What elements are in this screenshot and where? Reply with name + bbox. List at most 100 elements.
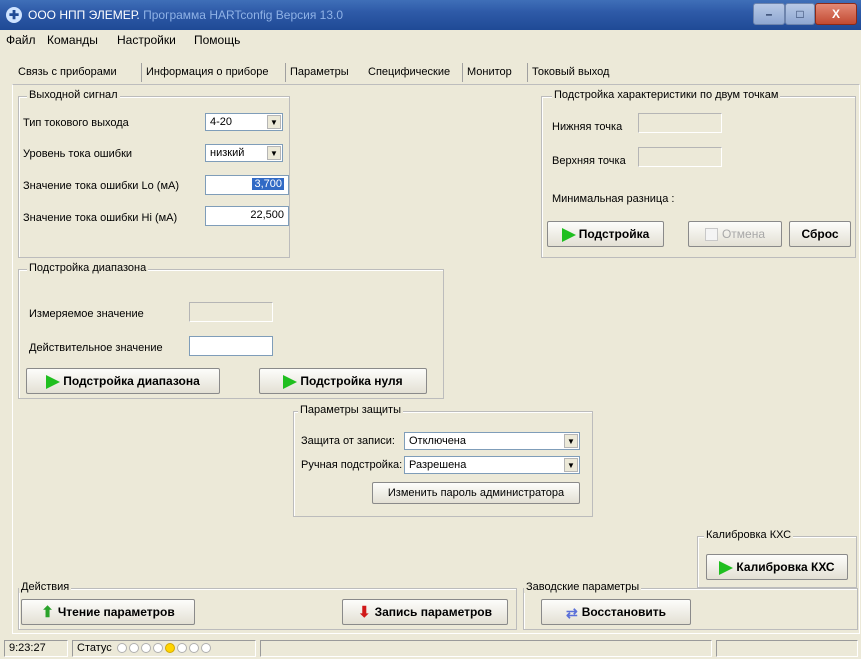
- cancel-button-label: Отмена: [721, 227, 766, 241]
- two-point-tuning-group: Подстройка характеристики по двум точкам…: [541, 89, 856, 258]
- red-down-arrow-icon: ⬇: [357, 603, 371, 621]
- range-tune-button[interactable]: Подстройка диапазона: [26, 368, 220, 394]
- write-parameters-label: Запись параметров: [374, 605, 492, 619]
- menu-help[interactable]: Помощь: [194, 33, 240, 47]
- tab-current-output[interactable]: Токовый выход: [527, 63, 613, 82]
- minimize-button[interactable]: –: [753, 3, 785, 25]
- error-hi-label: Значение тока ошибки Hi (мА): [23, 212, 178, 224]
- close-button[interactable]: X: [815, 3, 857, 25]
- tab-content-specific: Выходной сигнал Тип токового выхода 4-20…: [12, 84, 860, 634]
- min-diff-label: Минимальная разница :: [552, 193, 675, 205]
- status-indicator-dot: [128, 643, 139, 654]
- range-tuning-group: Подстройка диапазона Измеряемое значение…: [18, 262, 444, 399]
- read-parameters-button[interactable]: ⬆ Чтение параметров: [21, 599, 195, 625]
- chevron-down-icon[interactable]: ▼: [564, 434, 578, 448]
- manual-tuning-select[interactable]: Разрешена ▼: [404, 456, 580, 474]
- range-tuning-legend: Подстройка диапазона: [27, 262, 149, 274]
- status-indicator-dot: [176, 643, 187, 654]
- green-play-icon: [719, 560, 734, 575]
- status-time: 9:23:27: [4, 640, 68, 657]
- status-label: Статус: [77, 642, 112, 654]
- menu-settings[interactable]: Настройки: [117, 33, 176, 47]
- tab-specific[interactable]: Специфические: [364, 63, 455, 82]
- write-protection-select[interactable]: Отключена ▼: [404, 432, 580, 450]
- protection-legend: Параметры защиты: [298, 404, 403, 416]
- window-title: ООО НПП ЭЛЕМЕР. Программа HARTconfig Вер…: [28, 8, 343, 22]
- error-level-label: Уровень тока ошибки: [23, 148, 133, 160]
- kxs-calibration-button-label: Калибровка КХС: [736, 560, 835, 574]
- actions-legend: Действия: [19, 581, 72, 593]
- green-play-icon: [46, 374, 61, 389]
- output-signal-legend: Выходной сигнал: [27, 89, 120, 101]
- reset-button[interactable]: Сброс: [789, 221, 851, 247]
- app-icon: ✚: [6, 7, 22, 23]
- write-protection-value: Отключена: [409, 435, 466, 447]
- upper-point-field: [638, 147, 722, 167]
- chevron-down-icon[interactable]: ▼: [564, 458, 578, 472]
- status-extra: [716, 640, 858, 657]
- lower-point-field: [638, 113, 722, 133]
- window-title-rest: Программа HARTconfig Версия 13.0: [143, 8, 344, 22]
- tab-monitor[interactable]: Монитор: [462, 63, 516, 82]
- checkbox-icon: [704, 228, 718, 242]
- maximize-button[interactable]: □: [785, 3, 815, 25]
- manual-tuning-value: Разрешена: [409, 459, 467, 471]
- blue-swap-arrow-icon: ⇄: [565, 604, 578, 621]
- tune-button[interactable]: Подстройка: [547, 221, 664, 247]
- restore-button[interactable]: ⇄ Восстановить: [541, 599, 691, 625]
- kxs-calibration-button[interactable]: Калибровка КХС: [706, 554, 848, 580]
- current-type-value: 4-20: [210, 116, 233, 128]
- status-message: [260, 640, 712, 657]
- tab-connection[interactable]: Связь с приборами: [14, 63, 121, 82]
- menu-bar: Файл Команды Настройки Помощь: [0, 30, 861, 50]
- two-point-legend: Подстройка характеристики по двум точкам: [552, 89, 781, 101]
- error-lo-label: Значение тока ошибки Lo (мА): [23, 180, 180, 192]
- window-title-main: ООО НПП ЭЛЕМЕР.: [28, 8, 140, 22]
- error-level-value: низкий: [210, 147, 245, 159]
- restore-button-label: Восстановить: [581, 605, 667, 619]
- tune-button-label: Подстройка: [578, 227, 650, 241]
- write-protection-label: Защита от записи:: [301, 435, 395, 447]
- menu-file[interactable]: Файл: [6, 33, 36, 47]
- actual-value-label: Действительное значение: [29, 342, 163, 354]
- manual-tuning-label: Ручная подстройка:: [301, 459, 403, 471]
- error-level-select[interactable]: низкий ▼: [205, 144, 283, 162]
- error-hi-input[interactable]: 22,500: [205, 206, 289, 226]
- green-play-icon: [561, 227, 576, 242]
- menu-commands[interactable]: Команды: [47, 33, 98, 47]
- zero-tune-button[interactable]: Подстройка нуля: [259, 368, 427, 394]
- error-lo-input[interactable]: 3,700: [205, 175, 289, 195]
- status-indicator-dot: [164, 643, 175, 654]
- status-indicator-dot: [188, 643, 199, 654]
- green-play-icon: [283, 374, 298, 389]
- chevron-down-icon[interactable]: ▼: [267, 146, 281, 160]
- range-tune-button-label: Подстройка диапазона: [63, 374, 200, 388]
- tab-parameters[interactable]: Параметры: [285, 63, 353, 82]
- output-signal-group: Выходной сигнал Тип токового выхода 4-20…: [18, 89, 290, 258]
- chevron-down-icon[interactable]: ▼: [267, 115, 281, 129]
- status-indicator-dot: [116, 643, 127, 654]
- read-parameters-label: Чтение параметров: [57, 605, 175, 619]
- zero-tune-button-label: Подстройка нуля: [300, 374, 403, 388]
- status-indicator-dot: [200, 643, 211, 654]
- error-lo-value: 3,700: [252, 178, 284, 190]
- status-bar: 9:23:27 Статус: [0, 638, 861, 659]
- actual-value-input[interactable]: [189, 336, 273, 356]
- kxs-calibration-group: Калибровка КХС Калибровка КХС: [697, 529, 857, 588]
- status-dots: [115, 642, 211, 654]
- status-indicator-dot: [140, 643, 151, 654]
- title-bar[interactable]: ✚ ООО НПП ЭЛЕМЕР. Программа HARTconfig В…: [0, 0, 861, 30]
- write-parameters-button[interactable]: ⬇ Запись параметров: [342, 599, 508, 625]
- measured-value-field: [189, 302, 273, 322]
- change-admin-password-button[interactable]: Изменить пароль администратора: [372, 482, 580, 504]
- factory-params-group: Заводские параметры ⇄ Восстановить: [523, 581, 858, 630]
- tab-device-info[interactable]: Информация о приборе: [141, 63, 272, 82]
- actions-group: Действия ⬆ Чтение параметров ⬇ Запись пара…: [18, 581, 517, 630]
- current-type-select[interactable]: 4-20 ▼: [205, 113, 283, 131]
- factory-legend: Заводские параметры: [524, 581, 642, 593]
- kxs-legend: Калибровка КХС: [704, 529, 794, 541]
- measured-value-label: Измеряемое значение: [29, 308, 144, 320]
- status-indicator-dot: [152, 643, 163, 654]
- cancel-button[interactable]: Отмена: [688, 221, 782, 247]
- green-up-arrow-icon: ⬆: [41, 603, 54, 621]
